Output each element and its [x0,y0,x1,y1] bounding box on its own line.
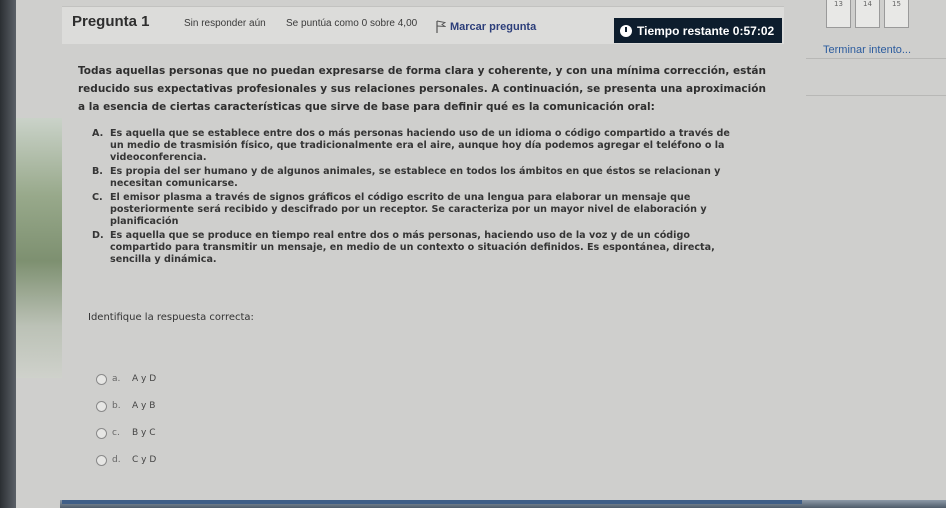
option-text: sencilla y dinámica. [110,254,217,265]
option-text: compartido para transmitir un mensaje, e… [110,242,715,253]
question-text-line: Todas aquellas personas que no puedan ex… [78,65,766,77]
clock-icon [620,24,632,37]
time-remaining-display: Tiempo restante 0:57:02 [614,18,782,43]
nav-question-button[interactable]: 15 [884,0,909,28]
answer-letter: c. [112,428,120,438]
flag-question-link[interactable]: Marcar pregunta [436,20,536,33]
radio-button[interactable] [96,427,107,439]
flag-question-label: Marcar pregunta [450,20,537,33]
question-title: Pregunta 1 [72,13,150,30]
option-text: El emisor plasma a través de signos gráf… [110,192,691,203]
answer-instruction: Identifique la respuesta correcta: [88,312,254,323]
radio-button[interactable] [96,400,107,412]
statement-options: A. Es aquella que se establece entre dos … [92,128,772,268]
option-text: un medio de trasmisión físico, que tradi… [110,140,725,151]
finish-attempt-link[interactable]: Terminar intento... [823,44,911,56]
answer-choice-b[interactable]: b. A y B [96,399,156,413]
option-letter: B. [92,166,103,177]
answer-letter: d. [112,455,121,465]
navigation-panel-divider [806,58,946,96]
option-text: videoconferencia. [110,152,207,163]
answer-text: B y C [132,428,156,438]
background-photo [16,118,62,378]
answer-choice-a[interactable]: a. A y D [96,372,156,386]
radio-button[interactable] [96,454,107,466]
statement-option-c: C. El emisor plasma a través de signos gr… [92,192,772,228]
answer-text: C y D [132,455,157,465]
statement-option-a: A. Es aquella que se establece entre dos … [92,128,772,164]
answer-choices: a. A y D b. A y B c. B y C d. C y D [96,372,156,480]
option-text: Es aquella que se establece entre dos o … [110,128,730,139]
answer-choice-d[interactable]: d. C y D [96,453,156,467]
option-text: posteriormente será recibido y descifrad… [110,204,707,215]
option-text: necesitan comunicarse. [110,178,238,189]
option-letter: C. [92,192,103,203]
answer-text: A y B [132,401,156,411]
option-text: Es aquella que se produce en tiempo real… [110,230,690,241]
answer-text: A y D [132,374,157,384]
question-text-line: a la esencia de ciertas características … [78,101,655,113]
answer-choice-c[interactable]: c. B y C [96,426,156,440]
answer-letter: b. [112,401,121,411]
question-status: Sin responder aún [184,18,266,29]
question-text-line: reducido sus expectativas profesionales … [78,83,766,95]
radio-button[interactable] [96,373,107,385]
flag-icon [436,20,446,33]
statement-option-b: B. Es propia del ser humano y de algunos … [92,166,772,190]
nav-question-button[interactable]: 13 [826,0,851,28]
answer-letter: a. [112,374,121,384]
statement-option-d: D. Es aquella que se produce en tiempo re… [92,230,772,266]
option-text: Es propia del ser humano y de algunos an… [110,166,721,177]
timer-label: Tiempo restante 0:57:02 [637,23,775,38]
question-navigation: 13 14 15 [826,0,909,28]
nav-question-button[interactable]: 14 [855,0,880,28]
option-text: planificación [110,216,179,227]
question-score: Se puntúa como 0 sobre 4,00 [286,18,418,29]
option-letter: D. [92,230,104,241]
screen-bezel-left [0,0,16,508]
question-text: Todas aquellas personas que no puedan ex… [78,62,778,116]
option-letter: A. [92,128,104,139]
page-footer-strip [62,500,802,504]
